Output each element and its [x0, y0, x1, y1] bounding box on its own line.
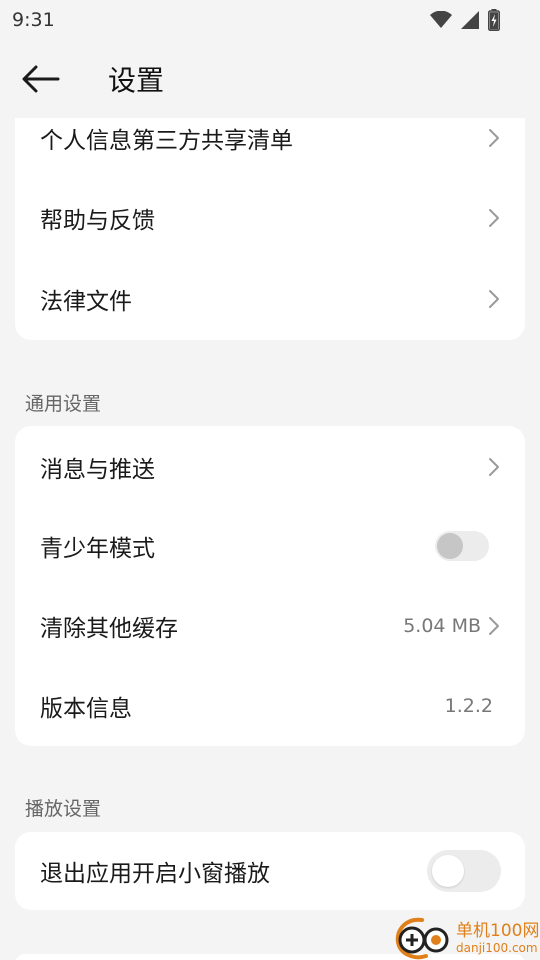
watermark: 单机100网 danji100.com	[392, 916, 540, 960]
wifi-icon	[430, 11, 452, 28]
page-title: 设置	[108, 64, 165, 97]
watermark-logo	[395, 917, 449, 960]
row-teen-mode: 青少年模式	[15, 506, 525, 586]
row-label: 消息与推送	[40, 457, 155, 483]
toggle-knob	[437, 533, 463, 559]
row-label: 退出应用开启小窗播放	[40, 861, 270, 887]
chevron-right-icon	[487, 207, 501, 229]
card-about: 个人信息第三方共享清单 帮助与反馈 法律文件	[15, 118, 525, 340]
toggle-knob	[432, 855, 464, 887]
status-icons	[430, 9, 500, 31]
row-legal-documents[interactable]: 法律文件	[15, 259, 525, 339]
signal-icon	[461, 11, 479, 29]
row-version-info: 版本信息 1.2.2	[15, 666, 525, 746]
chevron-right-icon	[487, 127, 501, 149]
chevron-right-icon	[487, 456, 501, 478]
watermark-title: 单机100网	[456, 921, 540, 941]
cache-size-value: 5.04 MB	[403, 615, 481, 637]
chevron-right-icon	[487, 615, 501, 637]
version-value: 1.2.2	[444, 695, 493, 717]
row-third-party-share-list[interactable]: 个人信息第三方共享清单	[15, 98, 525, 178]
status-bar: 9:31	[0, 0, 540, 40]
watermark-subtitle: danji100.com	[456, 941, 538, 955]
battery-charging-icon	[488, 9, 500, 31]
row-label: 清除其他缓存	[40, 616, 178, 642]
row-label: 个人信息第三方共享清单	[40, 128, 293, 154]
card-playback: 退出应用开启小窗播放	[15, 832, 525, 910]
row-label: 帮助与反馈	[40, 208, 155, 234]
row-help-feedback[interactable]: 帮助与反馈	[15, 178, 525, 258]
row-clear-cache[interactable]: 清除其他缓存 5.04 MB	[15, 586, 525, 666]
exit-pip-playback-toggle[interactable]	[427, 850, 501, 892]
section-header-general: 通用设置	[25, 393, 102, 415]
row-exit-pip-playback: 退出应用开启小窗播放	[15, 832, 525, 910]
row-label: 青少年模式	[40, 536, 155, 562]
row-label: 版本信息	[40, 696, 132, 722]
status-time: 9:31	[12, 9, 55, 31]
teen-mode-toggle[interactable]	[435, 531, 489, 561]
row-label: 法律文件	[40, 289, 132, 315]
section-header-playback: 播放设置	[25, 798, 102, 820]
card-general: 消息与推送 青少年模式 清除其他缓存 5.04 MB 版本信息 1.2.2	[15, 426, 525, 746]
watermark-text: 单机100网 danji100.com	[456, 921, 539, 955]
chevron-right-icon	[487, 288, 501, 310]
row-messages-push[interactable]: 消息与推送	[15, 427, 525, 507]
arrow-left-icon	[22, 65, 60, 93]
